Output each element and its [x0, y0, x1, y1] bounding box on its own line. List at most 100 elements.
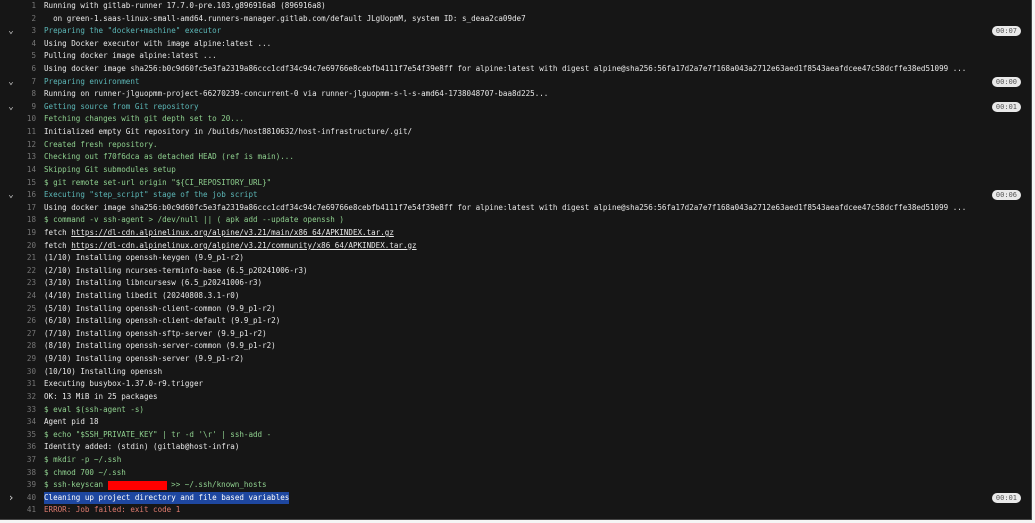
section-duration-badge: 00:07: [991, 26, 1021, 37]
log-line-text: Using docker image sha256:b0c9d60fc5e3fa…: [44, 63, 966, 76]
line-content: (6/10) Installing openssh-client-default…: [44, 316, 281, 326]
section-duration-badge: 00:06: [991, 190, 1021, 201]
line-number[interactable]: 4: [18, 38, 36, 51]
log-line-text: (1/10) Installing openssh-keygen (9.9_p1…: [44, 252, 244, 265]
line-number[interactable]: 30: [18, 366, 36, 379]
line-content: Skipping Git submodules setup: [44, 164, 176, 174]
chevron-down-icon[interactable]: ⌄: [6, 101, 16, 114]
line-number[interactable]: 33: [18, 404, 36, 417]
line-content: $ eval $(ssh-agent -s): [44, 404, 144, 414]
log-line-text: (2/10) Installing ncurses-terminfo-base …: [44, 265, 308, 278]
log-link[interactable]: https://dl-cdn.alpinelinux.org/alpine/v3…: [71, 228, 394, 237]
line-number[interactable]: 2: [18, 13, 36, 26]
line-number[interactable]: 29: [18, 353, 36, 366]
log-line: 39 $ ssh-keyscan >> ~/.ssh/known_hosts: [0, 479, 1031, 492]
line-number[interactable]: 31: [18, 378, 36, 391]
chevron-down-icon[interactable]: ⌄: [6, 76, 16, 89]
line-content: (10/10) Installing openssh: [44, 366, 163, 376]
line-number[interactable]: 18: [18, 214, 36, 227]
log-line-text: $ echo "$SSH_PRIVATE_KEY" | tr -d '\r' |…: [44, 429, 271, 442]
line-number[interactable]: 32: [18, 391, 36, 404]
line-content: Getting source from Git repository: [44, 101, 199, 111]
chevron-down-icon[interactable]: ⌄: [6, 25, 16, 38]
line-content: (7/10) Installing openssh-sftp-server (9…: [44, 328, 267, 338]
line-number[interactable]: 9: [18, 101, 36, 114]
line-number[interactable]: 27: [18, 328, 36, 341]
chevron-down-icon[interactable]: ⌄: [6, 189, 16, 202]
log-line: 30 (10/10) Installing openssh: [0, 366, 1031, 379]
line-content: $ git remote set-url origin "${CI_REPOSI…: [44, 177, 272, 187]
log-line-text: $ eval $(ssh-agent -s): [44, 404, 144, 417]
log-line: 20 fetch https://dl-cdn.alpinelinux.org/a…: [0, 240, 1031, 253]
line-number[interactable]: 38: [18, 467, 36, 480]
line-number[interactable]: 23: [18, 277, 36, 290]
line-number[interactable]: 28: [18, 340, 36, 353]
line-number[interactable]: 20: [18, 240, 36, 253]
line-content: Running with gitlab-runner 17.7.0-pre.10…: [44, 1, 326, 10]
line-number[interactable]: 13: [18, 151, 36, 164]
log-line: 22 (2/10) Installing ncurses-terminfo-bas…: [0, 265, 1031, 278]
log-section-header[interactable]: ⌄ 16 Executing "step_script" stage of the …: [0, 189, 1031, 202]
line-number[interactable]: 35: [18, 429, 36, 442]
log-line: 8 Running on runner-jlguopmm-project-6627…: [0, 88, 1031, 101]
log-line-text: (6/10) Installing openssh-client-default…: [44, 315, 280, 328]
line-number[interactable]: 11: [18, 126, 36, 139]
line-number[interactable]: 24: [18, 290, 36, 303]
log-section-header[interactable]: ⌄ 3 Preparing the "docker+machine" executo…: [0, 25, 1031, 38]
job-log: 1 Running with gitlab-runner 17.7.0-pre.1…: [0, 0, 1032, 520]
log-line: 27 (7/10) Installing openssh-sftp-server …: [0, 328, 1031, 341]
line-number[interactable]: 7: [18, 76, 36, 89]
log-line-text: Identity added: (stdin) (gitlab@host-inf…: [44, 441, 239, 454]
line-content: $ command -v ssh-agent > /dev/null || ( …: [44, 215, 344, 225]
line-content: Checking out f70f6dca as detached HEAD (…: [44, 152, 294, 162]
line-number[interactable]: 16: [18, 189, 36, 202]
line-number[interactable]: 41: [18, 504, 36, 517]
log-line: 5 Pulling docker image alpine:latest ...: [0, 50, 1031, 63]
log-section-header[interactable]: ⌄ 7 Preparing environment 00:00: [0, 76, 1031, 89]
log-line-text: Agent pid 18: [44, 416, 99, 429]
line-number[interactable]: 3: [18, 25, 36, 38]
line-content: Using Docker executor with image alpine:…: [44, 38, 272, 48]
line-content: Executing busybox-1.37.0-r9.trigger: [44, 379, 204, 389]
line-number[interactable]: 12: [18, 139, 36, 152]
line-content: $ mkdir -p ~/.ssh: [44, 454, 122, 464]
line-content: (1/10) Installing openssh-keygen (9.9_p1…: [44, 253, 244, 263]
line-content: ERROR: Job failed: exit code 1: [44, 505, 181, 515]
log-line: 15 $ git remote set-url origin "${CI_REPO…: [0, 177, 1031, 190]
line-number[interactable]: 34: [18, 416, 36, 429]
chevron-right-icon[interactable]: ›: [6, 491, 16, 505]
log-line-text: $ git remote set-url origin "${CI_REPOSI…: [44, 177, 271, 190]
line-number[interactable]: 8: [18, 88, 36, 101]
log-line-text: ERROR: Job failed: exit code 1: [44, 504, 180, 517]
line-number[interactable]: 5: [18, 50, 36, 63]
log-link[interactable]: https://dl-cdn.alpinelinux.org/alpine/v3…: [71, 241, 416, 250]
line-content: Preparing the "docker+machine" executor: [44, 26, 222, 36]
line-number[interactable]: 17: [18, 202, 36, 215]
line-number[interactable]: 6: [18, 63, 36, 76]
line-number[interactable]: 37: [18, 454, 36, 467]
log-line-text: fetch https://dl-cdn.alpinelinux.org/alp…: [44, 240, 417, 253]
log-line: 36 Identity added: (stdin) (gitlab@host-i…: [0, 441, 1031, 454]
line-content: Agent pid 18: [44, 417, 99, 427]
line-number[interactable]: 36: [18, 441, 36, 454]
log-line-text: Running with gitlab-runner 17.7.0-pre.10…: [44, 0, 326, 13]
line-content: (8/10) Installing openssh-server-common …: [44, 341, 276, 351]
log-line-text: Preparing environment: [44, 76, 139, 89]
line-number[interactable]: 15: [18, 177, 36, 190]
line-number[interactable]: 26: [18, 315, 36, 328]
line-content: Created fresh repository.: [44, 139, 158, 149]
line-number[interactable]: 40: [18, 492, 36, 505]
line-number[interactable]: 1: [18, 0, 36, 13]
log-section-header[interactable]: › 40 Cleaning up project directory and fil…: [0, 491, 1031, 505]
line-number[interactable]: 14: [18, 164, 36, 177]
line-number[interactable]: 22: [18, 265, 36, 278]
line-number[interactable]: 21: [18, 252, 36, 265]
log-line: 24 (4/10) Installing libedit (20240808.3.…: [0, 290, 1031, 303]
line-number[interactable]: 19: [18, 227, 36, 240]
line-number[interactable]: 10: [18, 113, 36, 126]
log-line: 41 ERROR: Job failed: exit code 1: [0, 504, 1031, 517]
log-section-header[interactable]: ⌄ 9 Getting source from Git repository 00:0…: [0, 101, 1031, 114]
line-content: Using docker image sha256:b0c9d60fc5e3fa…: [44, 64, 967, 74]
line-number[interactable]: 25: [18, 303, 36, 316]
line-number[interactable]: 39: [18, 479, 36, 492]
